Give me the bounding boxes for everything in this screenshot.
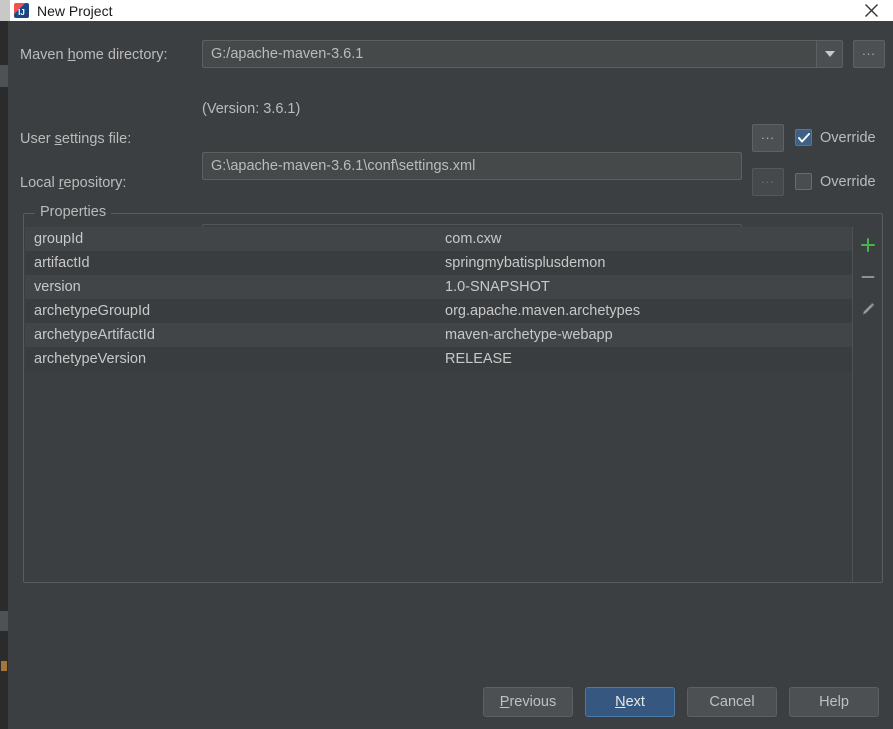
- titlebar-left-sliver: [0, 0, 10, 21]
- maven-home-dropdown-button[interactable]: [816, 41, 842, 67]
- title-bar: New Project: [0, 0, 893, 21]
- minus-icon: [860, 269, 876, 285]
- dialog-body: Maven home directory: G:/apache-maven-3.…: [8, 21, 893, 729]
- local-repository-override-checkbox[interactable]: Override: [795, 173, 876, 190]
- background-tool-tab-upper: [0, 65, 8, 87]
- cancel-button[interactable]: Cancel: [687, 687, 777, 717]
- maven-home-value: G:/apache-maven-3.6.1: [203, 46, 363, 62]
- new-project-dialog: New Project Maven home directory: G:/apa…: [0, 0, 893, 729]
- previous-button[interactable]: Previous: [483, 687, 573, 717]
- property-key: archetypeGroupId: [25, 303, 443, 319]
- property-value: RELEASE: [443, 351, 852, 367]
- dialog-button-bar: Previous Next Cancel Help: [8, 687, 893, 717]
- properties-toolbar: [853, 227, 882, 582]
- maven-home-browse-button[interactable]: ...: [853, 40, 885, 68]
- local-repository-label-row: Local repository:: [20, 169, 126, 197]
- property-key: archetypeArtifactId: [25, 327, 443, 343]
- user-settings-value: G:\apache-maven-3.6.1\conf\settings.xml: [203, 158, 475, 174]
- user-settings-browse-button[interactable]: ...: [752, 124, 784, 152]
- help-button-label: Help: [819, 694, 849, 710]
- add-property-button[interactable]: [856, 233, 880, 257]
- user-settings-override-label: Override: [820, 130, 876, 146]
- background-status-icon: [1, 661, 7, 671]
- cancel-button-label: Cancel: [709, 694, 754, 710]
- table-row[interactable]: artifactIdspringmybatisplusdemon: [25, 251, 852, 275]
- table-row[interactable]: archetypeVersionRELEASE: [25, 347, 852, 371]
- intellij-idea-icon: [14, 3, 29, 18]
- window-title: New Project: [37, 3, 112, 19]
- maven-home-combobox[interactable]: G:/apache-maven-3.6.1: [202, 40, 843, 68]
- maven-home-label-row: Maven home directory:: [20, 41, 168, 69]
- background-window-sliver: [0, 21, 8, 729]
- local-repository-label: Local repository:: [20, 175, 126, 191]
- edit-property-button[interactable]: [856, 297, 880, 321]
- table-row[interactable]: version1.0-SNAPSHOT: [25, 275, 852, 299]
- help-button[interactable]: Help: [789, 687, 879, 717]
- properties-group: Properties groupIdcom.cxwartifactIdsprin…: [23, 213, 883, 583]
- user-settings-input[interactable]: G:\apache-maven-3.6.1\conf\settings.xml: [202, 152, 742, 180]
- property-value: com.cxw: [443, 231, 852, 247]
- local-repository-override-label: Override: [820, 174, 876, 190]
- background-tool-tab-lower: [0, 611, 8, 631]
- local-repository-browse-button[interactable]: ...: [752, 168, 784, 196]
- table-row[interactable]: groupIdcom.cxw: [25, 227, 852, 251]
- property-key: artifactId: [25, 255, 443, 271]
- table-row[interactable]: archetypeGroupIdorg.apache.maven.archety…: [25, 299, 852, 323]
- property-value: maven-archetype-webapp: [443, 327, 852, 343]
- maven-version-note: (Version: 3.6.1): [202, 101, 300, 117]
- next-button-label: Next: [615, 694, 645, 710]
- property-value: 1.0-SNAPSHOT: [443, 279, 852, 295]
- checkbox-unchecked-box: [795, 173, 812, 190]
- table-row[interactable]: archetypeArtifactIdmaven-archetype-webap…: [25, 323, 852, 347]
- next-button[interactable]: Next: [585, 687, 675, 717]
- maven-home-browse-label: ...: [862, 46, 876, 56]
- previous-button-label: Previous: [500, 694, 556, 710]
- local-repository-browse-label: ...: [761, 174, 775, 184]
- chevron-down-icon: [824, 50, 836, 58]
- close-icon: [864, 3, 879, 18]
- user-settings-override-checkbox[interactable]: Override: [795, 129, 876, 146]
- check-icon: [798, 133, 810, 143]
- property-value: springmybatisplusdemon: [443, 255, 852, 271]
- property-key: groupId: [25, 231, 443, 247]
- plus-icon: [860, 237, 876, 253]
- checkbox-checked-box: [795, 129, 812, 146]
- close-button[interactable]: [849, 0, 893, 21]
- property-key: version: [25, 279, 443, 295]
- user-settings-label-row: User settings file:: [20, 125, 131, 153]
- pencil-icon: [860, 301, 876, 317]
- maven-home-label: Maven home directory:: [20, 47, 168, 63]
- properties-group-title: Properties: [35, 204, 111, 220]
- user-settings-label: User settings file:: [20, 131, 131, 147]
- property-value: org.apache.maven.archetypes: [443, 303, 852, 319]
- properties-table[interactable]: groupIdcom.cxwartifactIdspringmybatisplu…: [25, 227, 853, 582]
- properties-content: groupIdcom.cxwartifactIdspringmybatisplu…: [25, 227, 883, 582]
- user-settings-browse-label: ...: [761, 130, 775, 140]
- property-key: archetypeVersion: [25, 351, 443, 367]
- remove-property-button[interactable]: [856, 265, 880, 289]
